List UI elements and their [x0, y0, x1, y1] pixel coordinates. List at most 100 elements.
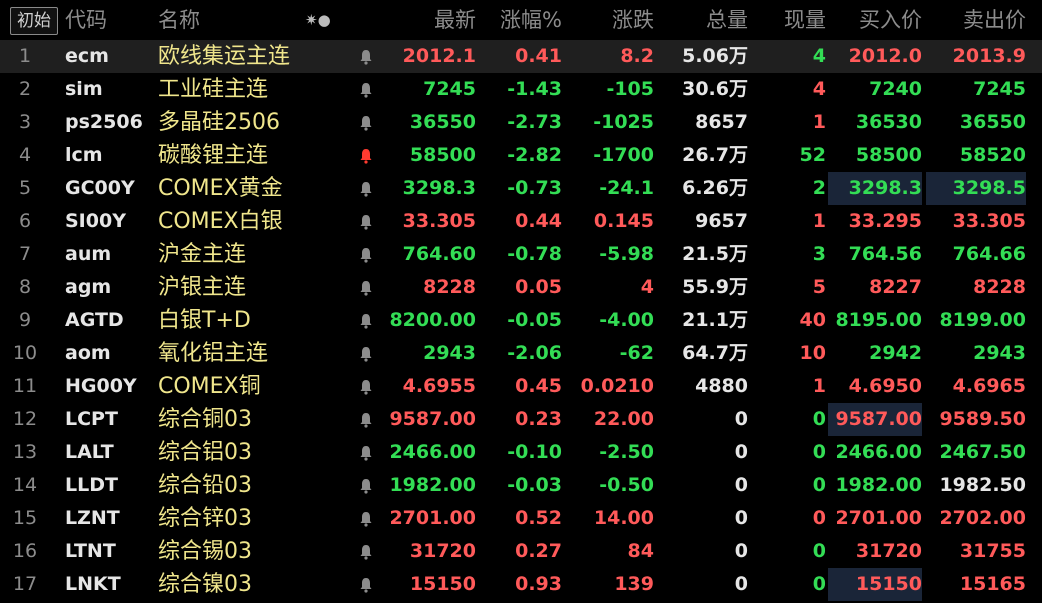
table-row[interactable]: 2 sim 工业硅主连 7245 -1.43 -105 30.6万 4 7240 7245: [0, 73, 1042, 106]
row-name: 综合镍03: [158, 572, 252, 597]
row-code: LTNT: [65, 540, 116, 562]
row-chg: 14.00: [593, 507, 654, 529]
bell-icon[interactable]: [352, 370, 380, 403]
bell-icon[interactable]: [352, 469, 380, 502]
bell-icon[interactable]: [352, 271, 380, 304]
table-row[interactable]: 8 agm 沪银主连 8228 0.05 4 55.9万 5 8227 8228: [0, 271, 1042, 304]
header-vol[interactable]: 总量: [658, 0, 748, 40]
row-code: sim: [65, 78, 103, 100]
row-cur: 40: [799, 309, 826, 331]
bell-icon[interactable]: [352, 535, 380, 568]
table-row[interactable]: 3 ps2506 多晶硅2506 36550 -2.73 -1025 8657 1 36530 3…: [0, 106, 1042, 139]
row-index: 15: [12, 507, 38, 529]
row-cur: 0: [812, 507, 826, 529]
bell-icon[interactable]: [352, 40, 380, 73]
header-ask[interactable]: 卖出价: [926, 0, 1026, 40]
bell-icon[interactable]: [352, 205, 380, 238]
header-bid[interactable]: 买入价: [828, 0, 922, 40]
row-pct: -2.82: [507, 144, 562, 166]
row-vol: 0: [734, 573, 748, 595]
row-chg: 84: [627, 540, 654, 562]
row-vol: 0: [734, 507, 748, 529]
row-name: 碳酸锂主连: [158, 143, 269, 168]
table-row[interactable]: 14 LLDT 综合铅03 1982.00 -0.03 -0.50 0 0 1982.00 198…: [0, 469, 1042, 502]
row-bid: 31720: [855, 540, 922, 562]
table-row[interactable]: 1 ecm 欧线集运主连 2012.1 0.41 8.2 5.06万 4 2012.0 2013.…: [0, 40, 1042, 73]
table-row[interactable]: 17 LNKT 综合镍03 15150 0.93 139 0 0 15150 15165: [0, 568, 1042, 601]
table-row[interactable]: 16 LTNT 综合锡03 31720 0.27 84 0 0 31720 31755: [0, 535, 1042, 568]
bell-icon[interactable]: [352, 568, 380, 601]
row-name: 综合锌03: [158, 506, 252, 531]
init-button[interactable]: 初始: [10, 7, 58, 35]
bell-icon[interactable]: [352, 139, 380, 172]
header-name[interactable]: 名称: [158, 0, 200, 40]
bell-icon[interactable]: [352, 304, 380, 337]
row-ask: 15165: [959, 573, 1026, 595]
row-pct: 0.93: [515, 573, 562, 595]
row-vol: 64.7万: [682, 342, 748, 364]
row-index: 9: [18, 309, 32, 331]
row-name: 综合铝03: [158, 440, 252, 465]
table-row[interactable]: 9 AGTD 白银T+D 8200.00 -0.05 -4.00 21.1万 40 8195.0…: [0, 304, 1042, 337]
header-cur[interactable]: 现量: [752, 0, 826, 40]
row-pct: 0.52: [515, 507, 562, 529]
row-index: 7: [18, 243, 32, 265]
header-chg[interactable]: 涨跌: [566, 0, 654, 40]
row-chg: 8.2: [620, 45, 654, 67]
row-bid: 58500: [855, 144, 922, 166]
bell-icon[interactable]: [352, 403, 380, 436]
table-row[interactable]: 6 SI00Y COMEX白银 33.305 0.44 0.145 9657 1 33.295 3…: [0, 205, 1042, 238]
row-chg: -24.1: [599, 177, 654, 199]
row-vol: 30.6万: [682, 78, 748, 100]
row-code: SI00Y: [65, 210, 126, 232]
row-last: 31720: [409, 540, 476, 562]
row-pct: 0.44: [515, 210, 562, 232]
row-bid: 764.56: [848, 243, 922, 265]
row-cur: 52: [799, 144, 826, 166]
row-vol: 8657: [695, 111, 748, 133]
row-ask: 764.66: [952, 243, 1026, 265]
row-cur: 5: [812, 276, 826, 298]
table-row[interactable]: 4 lcm 碳酸锂主连 58500 -2.82 -1700 26.7万 52 58500 5852…: [0, 139, 1042, 172]
bell-icon[interactable]: [352, 238, 380, 271]
header-code[interactable]: 代码: [65, 0, 107, 40]
row-pct: 0.41: [515, 45, 562, 67]
row-ask: 33.305: [952, 210, 1026, 232]
table-row[interactable]: 7 aum 沪金主连 764.60 -0.78 -5.98 21.5万 3 764.56 764.…: [0, 238, 1042, 271]
bell-icon[interactable]: [352, 172, 380, 205]
row-pct: -0.10: [507, 441, 562, 463]
header-icons[interactable]: ✷●: [305, 0, 331, 40]
row-ask: 31755: [959, 540, 1026, 562]
row-name: COMEX黄金: [158, 176, 283, 201]
row-pct: 0.45: [515, 375, 562, 397]
bell-icon[interactable]: [352, 337, 380, 370]
bell-icon[interactable]: [352, 436, 380, 469]
header-last[interactable]: 最新: [380, 0, 476, 40]
row-last: 2012.1: [402, 45, 476, 67]
row-chg: -105: [606, 78, 654, 100]
row-code: HG00Y: [65, 375, 137, 397]
row-last: 2466.00: [389, 441, 476, 463]
row-cur: 4: [812, 78, 826, 100]
row-cur: 0: [812, 408, 826, 430]
table-row[interactable]: 10 aom 氧化铝主连 2943 -2.06 -62 64.7万 10 2942 2943: [0, 337, 1042, 370]
bell-icon[interactable]: [352, 502, 380, 535]
table-header: 初始 代码 名称 ✷● 最新 涨幅% 涨跌 总量 现量 买入价 卖出价: [0, 0, 1042, 40]
table-row[interactable]: 12 LCPT 综合铜03 9587.00 0.23 22.00 0 0 9587.00 9589…: [0, 403, 1042, 436]
row-vol: 21.5万: [682, 243, 748, 265]
row-ask: 58520: [959, 144, 1026, 166]
table-row[interactable]: 5 GC00Y COMEX黄金 3298.3 -0.73 -24.1 6.26万 2 3298.…: [0, 172, 1042, 205]
row-chg: 22.00: [593, 408, 654, 430]
row-cur: 4: [812, 45, 826, 67]
bell-icon[interactable]: [352, 106, 380, 139]
row-last: 58500: [409, 144, 476, 166]
table-row[interactable]: 11 HG00Y COMEX铜 4.6955 0.45 0.0210 4880 1 4.6950…: [0, 370, 1042, 403]
table-row[interactable]: 15 LZNT 综合锌03 2701.00 0.52 14.00 0 0 2701.00 2702…: [0, 502, 1042, 535]
row-vol: 5.06万: [682, 45, 748, 67]
bell-icon[interactable]: [352, 73, 380, 106]
row-ask: 1982.50: [939, 474, 1026, 496]
row-index: 8: [18, 276, 32, 298]
table-row[interactable]: 13 LALT 综合铝03 2466.00 -0.10 -2.50 0 0 2466.00 246…: [0, 436, 1042, 469]
header-pct[interactable]: 涨幅%: [480, 0, 562, 40]
row-chg: -62: [619, 342, 654, 364]
